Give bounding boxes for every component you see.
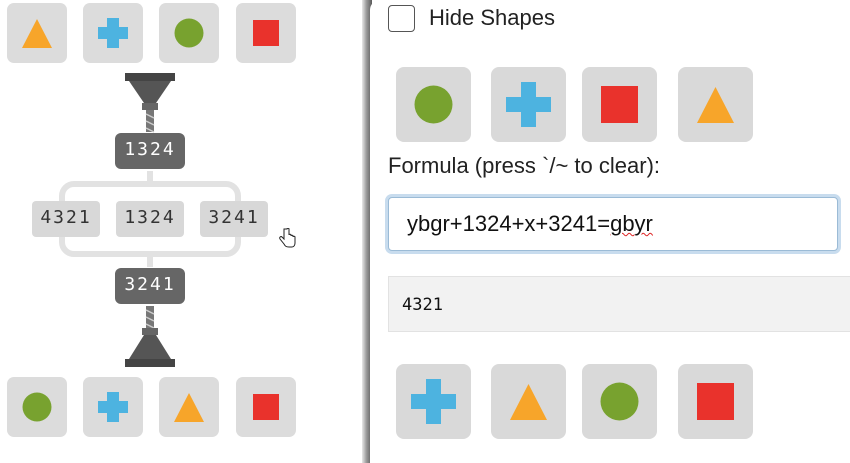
square-icon [601, 86, 638, 123]
puzzle-panel: 1324 4321 1324 3241 3241 [0, 0, 362, 463]
formula-input[interactable]: ybgr+1324+x+3241=gbyr [388, 197, 838, 251]
hide-shapes-row[interactable]: Hide Shapes [388, 2, 555, 34]
formula-label: Formula (press `/~ to clear): [388, 153, 661, 178]
bottom-rope [145, 306, 155, 329]
formula-output: 4321 [388, 276, 850, 332]
control-panel: Hide Shapes Formula (press `/~ to clear)… [370, 0, 850, 463]
shape-button-circle[interactable] [396, 67, 471, 142]
top-rope [145, 110, 155, 133]
formula-text: ybgr+1324+x+3241= [407, 211, 611, 236]
formula-flagged-text: gbyr [610, 211, 653, 236]
input-code-badge: 1324 [115, 133, 185, 169]
cross-icon [98, 392, 128, 422]
bottom-shape-tile-3 [159, 377, 219, 437]
bottom-shape-tile-2 [83, 377, 143, 437]
square-icon [253, 394, 279, 420]
shape-button-triangle[interactable] [491, 364, 566, 439]
circle-icon [414, 85, 453, 124]
output-code-badge: 3241 [115, 268, 185, 304]
top-hopper-rim [125, 73, 175, 81]
shape-button-triangle[interactable] [678, 67, 753, 142]
bottom-hopper-rim [125, 359, 175, 367]
square-icon [697, 383, 734, 420]
shape-button-square[interactable] [678, 364, 753, 439]
triangle-icon [697, 87, 734, 123]
hide-shapes-label[interactable]: Hide Shapes [429, 5, 555, 31]
shape-button-square[interactable] [582, 67, 657, 142]
shape-button-cross[interactable] [491, 67, 566, 142]
cross-icon [411, 379, 456, 424]
shape-button-circle[interactable] [582, 364, 657, 439]
hand-cursor-icon [279, 228, 296, 248]
top-hopper [129, 81, 171, 103]
branch-code-3: 3241 [200, 201, 268, 237]
cross-icon [506, 82, 551, 127]
branch-code-2: 1324 [116, 201, 184, 237]
triangle-icon [174, 393, 204, 422]
circle-icon [22, 392, 52, 422]
branch-code-1: 4321 [32, 201, 100, 237]
triangle-icon [510, 384, 547, 420]
bottom-shape-tile-4 [236, 377, 296, 437]
bottom-hopper [129, 335, 171, 359]
bottom-shape-tile-1 [7, 377, 67, 437]
shape-button-cross[interactable] [396, 364, 471, 439]
circle-icon [600, 382, 639, 421]
hide-shapes-checkbox[interactable] [388, 4, 415, 32]
